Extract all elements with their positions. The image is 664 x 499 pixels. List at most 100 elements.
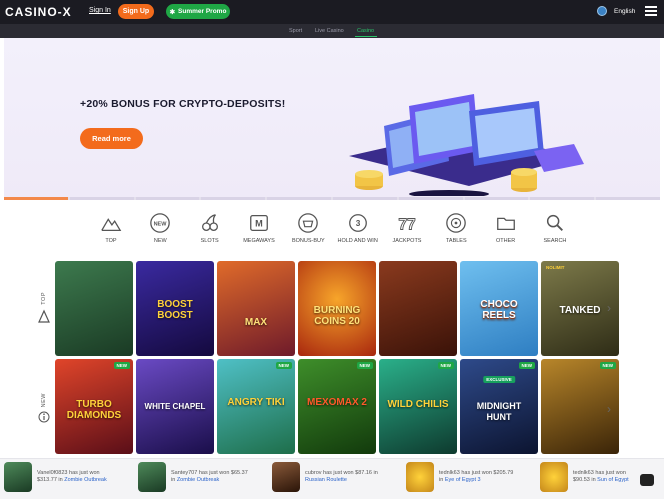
game-tile[interactable]: NEW WILD CHILIS	[379, 359, 457, 454]
winner-item[interactable]: tednlk63 has just won $205.79 in Eye of …	[406, 462, 517, 492]
category-label: MEGAWAYS	[243, 238, 275, 244]
game-tile[interactable]: BOOST BOOST	[136, 261, 214, 356]
winner-text: Santey707 has just won $65.37 in Zombie …	[171, 470, 248, 483]
section-nav: Sport Live Casino Casino	[0, 24, 664, 38]
new-badge: NEW	[599, 362, 616, 369]
logo[interactable]: CASINO-X	[5, 5, 72, 19]
slide-indicator[interactable]	[398, 197, 463, 200]
game-title: ANGRY TIKI	[227, 397, 285, 408]
game-tile[interactable]: NEW TURBO DIAMONDS	[55, 359, 133, 454]
roulette-icon	[446, 213, 467, 233]
winner-item[interactable]: Santey707 has just won $65.37 in Zombie …	[138, 462, 249, 492]
exclusive-badge: EXCLUSIVE	[483, 376, 515, 383]
winner-item[interactable]: cubrov has just won $87.16 in Russian Ro…	[272, 462, 383, 492]
category-tables[interactable]: TABLES	[433, 212, 479, 252]
game-title: TANKED	[559, 305, 601, 316]
mountain-icon	[38, 309, 50, 323]
megaways-icon: M	[250, 215, 268, 231]
svg-text:3: 3	[355, 219, 360, 228]
row-label-top: TOP	[37, 292, 51, 323]
globe-icon	[597, 6, 607, 16]
slide-indicator[interactable]	[69, 197, 134, 200]
promo-icon: ✱	[169, 8, 176, 16]
game-title: CHOCO REELS	[480, 299, 518, 321]
promo-label: Summer Promo	[178, 8, 227, 15]
winner-item[interactable]: Vanel0f0823 has just won $313.77 in Zomb…	[4, 462, 115, 492]
category-label: BONUS-BUY	[291, 238, 325, 244]
game-tile[interactable]	[55, 261, 133, 356]
game-title: MEXOMAX 2	[306, 397, 367, 408]
game-title: BOOST BOOST	[157, 299, 193, 321]
slide-indicator[interactable]	[332, 197, 397, 200]
winner-game-thumb	[406, 462, 434, 492]
scroll-right-arrow-icon[interactable]: ›	[607, 402, 611, 416]
new-badge: NEW	[518, 362, 535, 369]
basket-icon	[298, 213, 319, 233]
category-slots[interactable]: SLOTS	[187, 212, 233, 252]
slide-indicator[interactable]	[464, 197, 529, 200]
game-tile[interactable]: NEW MEXOMAX 2	[298, 359, 376, 454]
banner-title: +20% BONUS FOR CRYPTO-DEPOSITS!	[80, 98, 286, 110]
winner-game-thumb	[540, 462, 568, 492]
slide-indicator[interactable]	[267, 197, 331, 200]
slide-indicator[interactable]	[596, 197, 660, 200]
winners-ticker: Vanel0f0823 has just won $313.77 in Zomb…	[0, 458, 664, 499]
category-other[interactable]: OTHER	[483, 212, 529, 252]
game-tile[interactable]	[379, 261, 457, 356]
cherries-icon	[201, 214, 218, 231]
row-label-new: NEW	[37, 393, 51, 423]
game-tile[interactable]: NEW ANGRY TIKI	[217, 359, 295, 454]
category-new[interactable]: NEW NEW	[137, 212, 183, 252]
crypto-illustration	[349, 94, 584, 196]
slide-indicator[interactable]	[530, 197, 595, 200]
game-title: TURBO DIAMONDS	[66, 399, 122, 421]
svg-text:77: 77	[398, 216, 415, 233]
game-tile[interactable]: CHOCO REELS	[460, 261, 538, 356]
language-label: English	[614, 7, 636, 15]
category-hold-and-win[interactable]: 3 HOLD AND WIN	[335, 212, 381, 252]
sign-up-button[interactable]: Sign Up	[118, 4, 154, 19]
sign-in-link[interactable]: Sign In	[89, 7, 111, 14]
nav-active-indicator	[355, 36, 377, 37]
winner-item[interactable]: tednlk63 has just won $90.53 in Sun of E…	[540, 462, 641, 492]
slide-indicator[interactable]	[201, 197, 266, 200]
game-tile[interactable]: NEW EXCLUSIVE MIDNIGHT HUNT	[460, 359, 538, 454]
svg-text:NEW: NEW	[154, 221, 168, 227]
category-label: OTHER	[496, 238, 516, 244]
sevens-icon: 77	[398, 216, 416, 234]
category-bar: TOP NEW NEW SLOTS M MEGAWAYS BONUS-BUY 3…	[88, 212, 578, 252]
promo-banner[interactable]: +20% BONUS FOR CRYPTO-DEPOSITS! Read mor…	[4, 38, 660, 200]
nav-sport[interactable]: Sport	[289, 28, 302, 34]
mountain-icon	[101, 218, 122, 231]
nav-casino[interactable]: Casino	[357, 28, 374, 34]
new-badge: NEW	[113, 362, 130, 369]
hamburger-menu-icon[interactable]	[645, 6, 657, 16]
game-title: WHITE CHAPEL	[144, 402, 206, 411]
category-megaways[interactable]: M MEGAWAYS	[236, 212, 282, 252]
new-badge: NEW	[275, 362, 292, 369]
category-label: TOP	[105, 238, 117, 244]
scroll-right-arrow-icon[interactable]: ›	[607, 301, 611, 315]
category-label: TABLES	[445, 238, 467, 244]
game-tile[interactable]: BURNING COINS 20	[298, 261, 376, 356]
info-icon	[38, 411, 50, 423]
winner-text: tednlk63 has just won $90.53 in Sun of E…	[573, 470, 629, 483]
game-tile[interactable]: WHITE CHAPEL	[136, 359, 214, 454]
slide-indicator[interactable]	[135, 197, 200, 200]
nav-live-casino[interactable]: Live Casino	[315, 28, 344, 34]
slide-indicator[interactable]	[4, 197, 68, 200]
page: CASINO-X Sign In Sign Up ✱ Summer Promo …	[0, 0, 664, 499]
category-top[interactable]: TOP	[88, 212, 134, 252]
winner-text: Vanel0f0823 has just won $313.77 in Zomb…	[37, 470, 107, 483]
winner-text: cubrov has just won $87.16 in Russian Ro…	[305, 470, 378, 483]
summer-promo-button[interactable]: ✱ Summer Promo	[166, 4, 230, 19]
category-jackpots[interactable]: 77 JACKPOTS	[384, 212, 430, 252]
read-more-button[interactable]: Read more	[80, 128, 143, 149]
chat-icon[interactable]	[640, 474, 654, 486]
game-title: MIDNIGHT HUNT	[476, 401, 522, 422]
language-selector[interactable]: English	[597, 6, 635, 16]
category-search[interactable]: SEARCH	[532, 212, 578, 252]
game-tile[interactable]: MAX	[217, 261, 295, 356]
category-bonus-buy[interactable]: BONUS-BUY	[285, 212, 331, 252]
winner-game-thumb	[138, 462, 166, 492]
